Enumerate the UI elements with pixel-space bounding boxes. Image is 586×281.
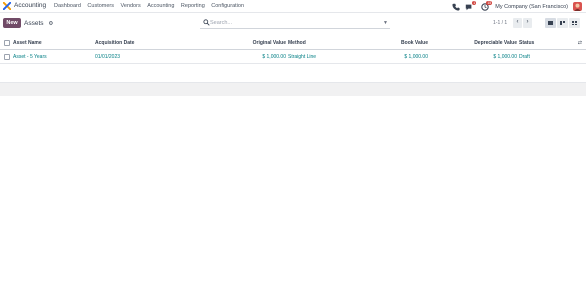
list-view-button[interactable] [545, 18, 556, 28]
cell-status[interactable]: Draft [519, 54, 530, 60]
pager-value[interactable]: 1-1 / 1 [493, 20, 507, 26]
col-acquisition-date[interactable]: Acquisition Date [95, 40, 134, 46]
search-bar[interactable]: Search... ▼ [200, 18, 390, 29]
menu-accounting[interactable]: Accounting [147, 3, 174, 9]
list-footer [0, 82, 586, 96]
col-asset-name[interactable]: Asset Name [13, 40, 42, 46]
breadcrumb: Assets ⚙ [24, 20, 53, 27]
menu-reporting[interactable]: Reporting [181, 3, 205, 9]
col-original-value[interactable]: Original Value [230, 40, 286, 46]
optional-columns-icon[interactable]: ⇄ [578, 40, 582, 46]
menu-dashboard[interactable]: Dashboard [54, 3, 81, 9]
menu-customers[interactable]: Customers [87, 3, 114, 9]
cell-book-value[interactable]: $ 1,000.00 [380, 54, 428, 60]
pager-previous-button[interactable]: ‹ [513, 18, 522, 28]
user-avatar[interactable] [573, 2, 582, 11]
search-options-toggle-icon[interactable]: ▼ [383, 20, 388, 26]
cell-depreciable-value[interactable]: $ 1,000.00 [470, 54, 517, 60]
empty-list-area [0, 96, 586, 281]
menu-configuration[interactable]: Configuration [211, 3, 244, 9]
kanban-view-button[interactable] [557, 18, 568, 28]
select-all-checkbox[interactable] [4, 40, 10, 46]
col-depreciable-value[interactable]: Depreciable Value [455, 40, 517, 46]
new-button[interactable]: New [3, 18, 21, 28]
app-name[interactable]: Accounting [14, 2, 46, 9]
cell-method[interactable]: Straight Line [288, 54, 316, 60]
navbar-systray: 1 15 My Company (San Francisco) [447, 0, 582, 12]
page-title: Assets [24, 19, 44, 27]
company-switcher[interactable]: My Company (San Francisco) [495, 4, 568, 10]
chat-icon[interactable]: 1 [465, 0, 477, 11]
search-input[interactable]: Search... [210, 20, 232, 26]
col-status[interactable]: Status [519, 40, 534, 46]
gear-icon[interactable]: ⚙ [48, 21, 53, 27]
assets-list: Asset Name Acquisition Date Original Val… [0, 36, 586, 64]
phone-icon[interactable] [452, 3, 460, 11]
cell-asset-name[interactable]: Asset - 5 Years [13, 54, 47, 60]
cell-original-value[interactable]: $ 1,000.00 [240, 54, 286, 60]
menu-vendors[interactable]: Vendors [121, 3, 141, 9]
control-panel: New Assets ⚙ Search... ▼ 1-1 / 1 ‹ › [0, 14, 586, 33]
accounting-app-icon[interactable] [3, 2, 11, 10]
main-menu: Dashboard Customers Vendors Accounting R… [54, 3, 251, 9]
search-icon [203, 19, 210, 26]
col-book-value[interactable]: Book Value [380, 40, 428, 46]
col-method[interactable]: Method [288, 40, 306, 46]
chat-badge: 1 [472, 0, 477, 5]
cell-acquisition-date[interactable]: 01/01/2023 [95, 54, 120, 60]
row-checkbox[interactable] [4, 54, 10, 60]
table-row[interactable]: Asset - 5 Years 01/01/2023 $ 1,000.00 St… [0, 50, 586, 64]
top-navbar: Accounting Dashboard Customers Vendors A… [0, 0, 586, 13]
pivot-view-button[interactable] [569, 18, 580, 28]
pager-next-button[interactable]: › [523, 18, 532, 28]
activity-badge: 15 [486, 0, 493, 5]
table-header: Asset Name Acquisition Date Original Val… [0, 36, 586, 50]
activity-clock-icon[interactable]: 15 [481, 0, 493, 11]
